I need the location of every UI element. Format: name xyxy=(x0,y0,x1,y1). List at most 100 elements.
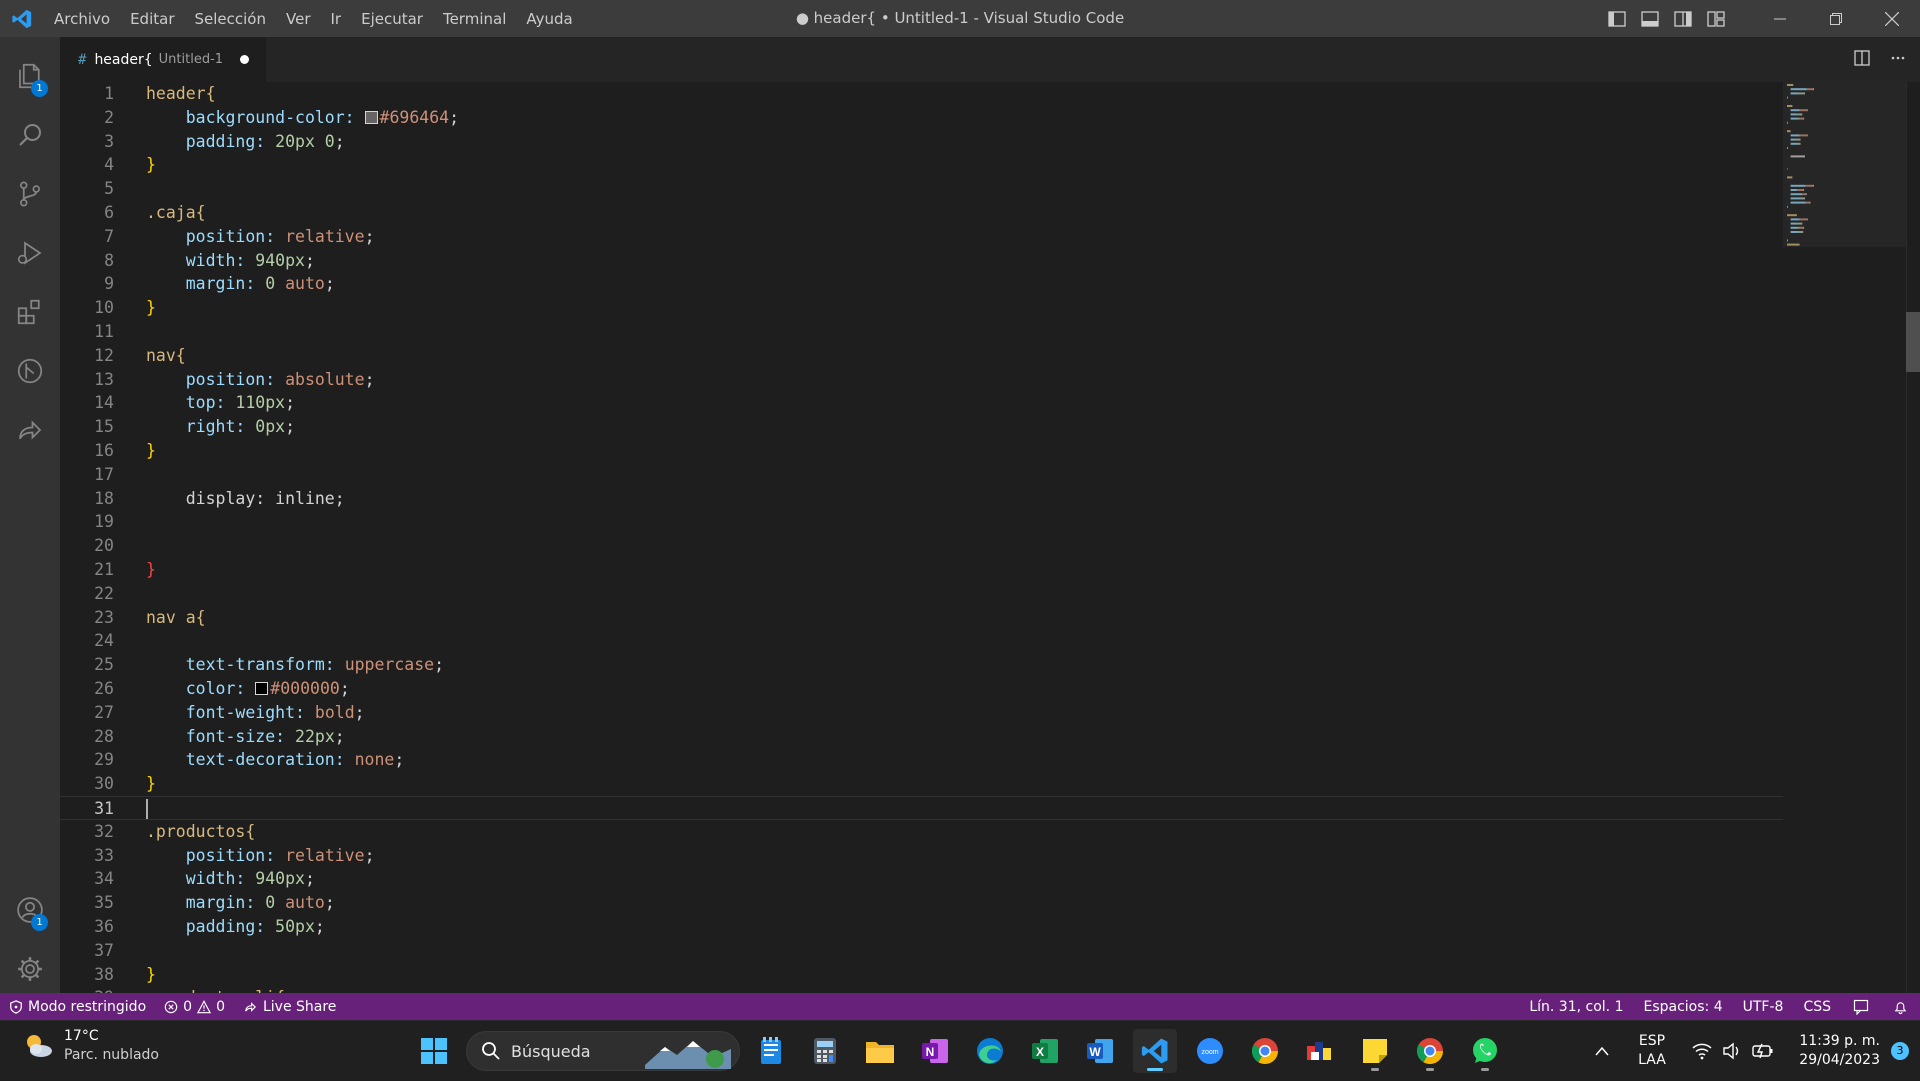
notifications-bell-icon[interactable] xyxy=(1881,993,1920,1020)
feedback-icon[interactable] xyxy=(1841,993,1881,1020)
close-icon[interactable] xyxy=(1864,0,1920,37)
vscode-taskbar-icon[interactable] xyxy=(1133,1029,1177,1073)
code-line[interactable]: 19 xyxy=(60,510,1783,534)
color-swatch[interactable] xyxy=(255,682,269,695)
code-line[interactable]: 35 margin: 0 auto; xyxy=(60,891,1783,915)
language-mode[interactable]: CSS xyxy=(1793,993,1841,1020)
problems-item[interactable]: 0 0 xyxy=(155,993,234,1020)
split-editor-icon[interactable] xyxy=(1854,49,1870,70)
sticky-notes-icon[interactable] xyxy=(1353,1029,1397,1073)
clock[interactable]: 11:39 p. m. 29/04/2023 xyxy=(1784,1032,1880,1070)
run-debug-icon[interactable] xyxy=(0,224,60,282)
code-line[interactable]: 30} xyxy=(60,772,1783,796)
whatsapp-icon[interactable] xyxy=(1463,1029,1507,1073)
toggle-primary-sidebar-icon[interactable] xyxy=(1600,0,1633,37)
code-line[interactable]: 27 font-weight: bold; xyxy=(60,701,1783,725)
code-line[interactable]: 28 font-size: 22px; xyxy=(60,725,1783,749)
code-line[interactable]: 26 color: #000000; xyxy=(60,677,1783,701)
code-line[interactable]: 10} xyxy=(60,296,1783,320)
git-graph-icon[interactable] xyxy=(0,342,60,400)
more-actions-icon[interactable] xyxy=(1890,50,1906,70)
extensions-icon[interactable] xyxy=(0,283,60,341)
code-line[interactable]: 17 xyxy=(60,463,1783,487)
scrollbar-thumb[interactable] xyxy=(1906,312,1920,372)
settings-gear-icon[interactable] xyxy=(0,940,60,998)
code-line[interactable]: 4} xyxy=(60,153,1783,177)
menu-editar[interactable]: Editar xyxy=(120,6,184,32)
code-line[interactable]: 6 .caja{ xyxy=(60,201,1783,225)
code-line[interactable]: 5 xyxy=(60,177,1783,201)
code-line[interactable]: 15 right: 0px; xyxy=(60,415,1783,439)
code-line[interactable]: 38} xyxy=(60,963,1783,987)
menu-ir[interactable]: Ir xyxy=(321,6,352,32)
show-hidden-icons-chevron-icon[interactable] xyxy=(1582,1046,1622,1056)
code-line[interactable]: 2 background-color: #696464; xyxy=(60,106,1783,130)
code-line[interactable]: 37 xyxy=(60,939,1783,963)
search-icon[interactable] xyxy=(0,106,60,164)
code-line[interactable]: 25 text-transform: uppercase; xyxy=(60,653,1783,677)
code-line[interactable]: 22 xyxy=(60,582,1783,606)
calculator-icon[interactable] xyxy=(803,1029,847,1073)
notifications-icon[interactable]: 3 xyxy=(1880,1042,1920,1060)
code-line[interactable]: 24 xyxy=(60,629,1783,653)
live-share-status-item[interactable]: Live Share xyxy=(234,993,345,1020)
code-line[interactable]: 11 xyxy=(60,320,1783,344)
weather-widget[interactable]: 17°C Parc. nublado xyxy=(22,1027,159,1065)
code-line[interactable]: 36 padding: 50px; xyxy=(60,915,1783,939)
code-line[interactable]: 12 nav{ xyxy=(60,344,1783,368)
word-icon[interactable]: W xyxy=(1078,1029,1122,1073)
code-line[interactable]: 23 nav a{ xyxy=(60,606,1783,630)
code-line[interactable]: 16} xyxy=(60,439,1783,463)
code-line[interactable]: 8 width: 940px; xyxy=(60,249,1783,273)
code-line[interactable]: 3 padding: 20px 0; xyxy=(60,130,1783,154)
menu-ayuda[interactable]: Ayuda xyxy=(516,6,582,32)
code-line[interactable]: 29 text-decoration: none; xyxy=(60,748,1783,772)
excel-icon[interactable]: X xyxy=(1023,1029,1067,1073)
vscode-logo-icon[interactable] xyxy=(0,0,44,37)
network-volume-battery[interactable] xyxy=(1682,1042,1784,1060)
chrome-profile-icon[interactable] xyxy=(1408,1029,1452,1073)
customize-layout-icon[interactable] xyxy=(1699,0,1732,37)
restricted-mode-item[interactable]: Modo restringido xyxy=(0,993,156,1020)
minimize-icon[interactable] xyxy=(1752,0,1808,37)
menu-seleccion[interactable]: Selección xyxy=(185,6,277,32)
code-editor[interactable]: 1 header{2 background-color: #696464; 3 pa… xyxy=(60,82,1920,993)
minimap[interactable] xyxy=(1783,82,1913,993)
code-line[interactable]: 39 .productos li{ xyxy=(60,986,1783,993)
code-line[interactable]: 1 header{ xyxy=(60,82,1783,106)
code-line[interactable]: 33 position: relative; xyxy=(60,844,1783,868)
start-button-windows-icon[interactable] xyxy=(412,1029,456,1073)
code-line[interactable]: 34 width: 940px; xyxy=(60,867,1783,891)
source-control-icon[interactable] xyxy=(0,165,60,223)
encoding[interactable]: UTF-8 xyxy=(1733,993,1794,1020)
notepad-icon[interactable] xyxy=(749,1029,793,1073)
taskbar-search-box[interactable]: Búsqueda xyxy=(466,1031,740,1071)
onenote-icon[interactable]: N xyxy=(913,1029,957,1073)
code-line[interactable]: 21} xyxy=(60,558,1783,582)
code-line[interactable]: 32 .productos{ xyxy=(60,820,1783,844)
menu-terminal[interactable]: Terminal xyxy=(433,6,516,32)
toggle-secondary-sidebar-icon[interactable] xyxy=(1666,0,1699,37)
code-line[interactable]: 31 xyxy=(60,796,1783,820)
accounts-icon[interactable]: 1 xyxy=(0,881,60,939)
toggle-panel-icon[interactable] xyxy=(1633,0,1666,37)
media-app-icon[interactable] xyxy=(1298,1029,1342,1073)
file-explorer-icon[interactable] xyxy=(858,1029,902,1073)
vertical-scrollbar[interactable] xyxy=(1906,82,1920,993)
code-line[interactable]: 14 top: 110px; xyxy=(60,391,1783,415)
zoom-icon[interactable]: zoom xyxy=(1188,1029,1232,1073)
edge-icon[interactable] xyxy=(968,1029,1012,1073)
code-line[interactable]: 7 position: relative; xyxy=(60,225,1783,249)
explorer-icon[interactable]: 1 xyxy=(0,47,60,105)
live-share-icon[interactable] xyxy=(0,401,60,459)
chrome-icon[interactable] xyxy=(1243,1029,1287,1073)
menu-archivo[interactable]: Archivo xyxy=(44,6,120,32)
input-language[interactable]: ESP LAA xyxy=(1622,1032,1682,1070)
restore-icon[interactable] xyxy=(1808,0,1864,37)
code-line[interactable]: 13 position: absolute; xyxy=(60,368,1783,392)
color-swatch[interactable] xyxy=(364,110,378,124)
indentation[interactable]: Espacios: 4 xyxy=(1633,993,1732,1020)
tab-untitled-1[interactable]: # header{ Untitled-1 xyxy=(60,37,266,82)
unsaved-dot-icon[interactable] xyxy=(240,55,250,64)
code-line[interactable]: 18 display: inline; xyxy=(60,487,1783,511)
